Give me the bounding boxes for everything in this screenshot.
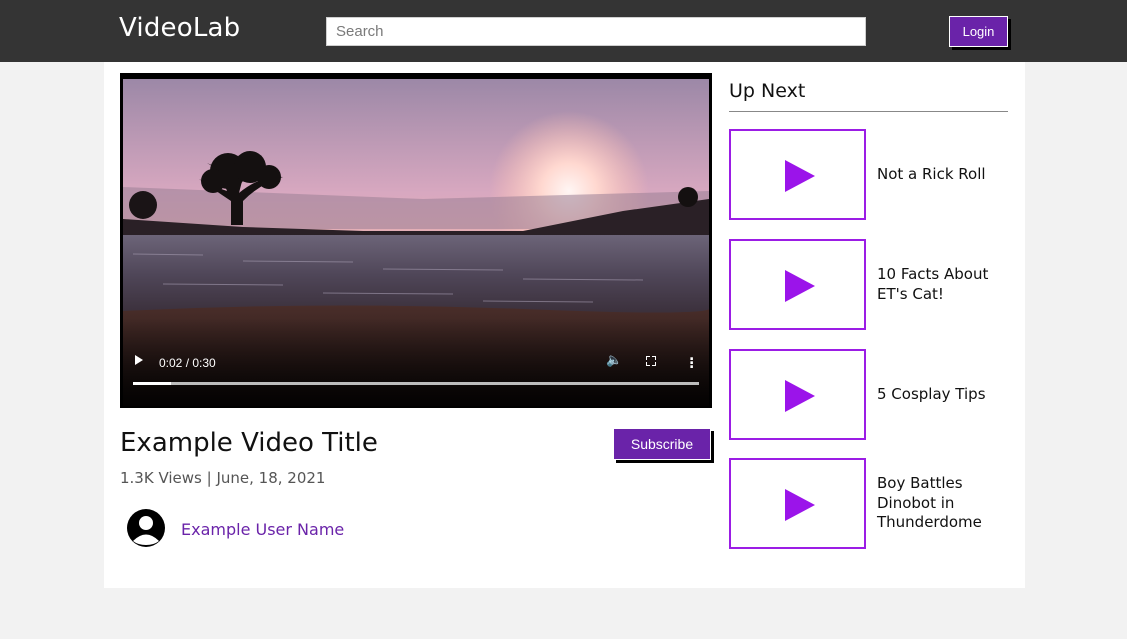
up-next-item[interactable]: Not a Rick Roll [729, 129, 1014, 221]
main-content: 0:02 / 0:30 🔈 ... Example Video Title 1.… [104, 62, 1025, 588]
video-meta: 1.3K Views | June, 18, 2021 [120, 469, 326, 487]
subscribe-button[interactable]: Subscribe [613, 428, 711, 460]
avatar-icon[interactable] [126, 508, 166, 548]
play-icon[interactable] [135, 355, 143, 365]
username-link[interactable]: Example User Name [181, 520, 344, 539]
play-icon [785, 270, 815, 302]
volume-icon[interactable]: 🔈 [606, 354, 622, 367]
search-input[interactable] [326, 17, 866, 46]
top-navbar: VideoLab Login [0, 0, 1127, 62]
up-next-item[interactable]: Boy Battles Dinobot in Thunderdome [729, 458, 1014, 550]
play-icon [785, 489, 815, 521]
brand-logo[interactable]: VideoLab [119, 13, 240, 43]
fullscreen-icon[interactable] [646, 356, 656, 366]
video-title: Example Video Title [120, 428, 378, 458]
video-player[interactable]: 0:02 / 0:30 🔈 ... [120, 73, 712, 408]
login-button[interactable]: Login [949, 16, 1008, 47]
up-next-title[interactable]: Boy Battles Dinobot in Thunderdome [877, 458, 1007, 549]
up-next-divider [729, 111, 1008, 112]
play-icon [785, 160, 815, 192]
video-thumbnail[interactable] [729, 129, 866, 220]
video-thumbnail[interactable] [729, 458, 866, 549]
progress-fill [133, 382, 171, 385]
up-next-title[interactable]: 10 Facts About ET's Cat! [877, 239, 1007, 330]
up-next-heading: Up Next [729, 80, 806, 102]
play-icon [785, 380, 815, 412]
more-options-icon[interactable]: ... [689, 349, 694, 371]
video-thumbnail[interactable] [729, 349, 866, 440]
time-display: 0:02 / 0:30 [159, 356, 216, 370]
progress-bar[interactable] [133, 382, 699, 385]
up-next-title[interactable]: 5 Cosplay Tips [877, 349, 1007, 440]
up-next-title[interactable]: Not a Rick Roll [877, 129, 1007, 220]
up-next-item[interactable]: 10 Facts About ET's Cat! [729, 239, 1014, 331]
video-thumbnail[interactable] [729, 239, 866, 330]
up-next-item[interactable]: 5 Cosplay Tips [729, 349, 1014, 441]
